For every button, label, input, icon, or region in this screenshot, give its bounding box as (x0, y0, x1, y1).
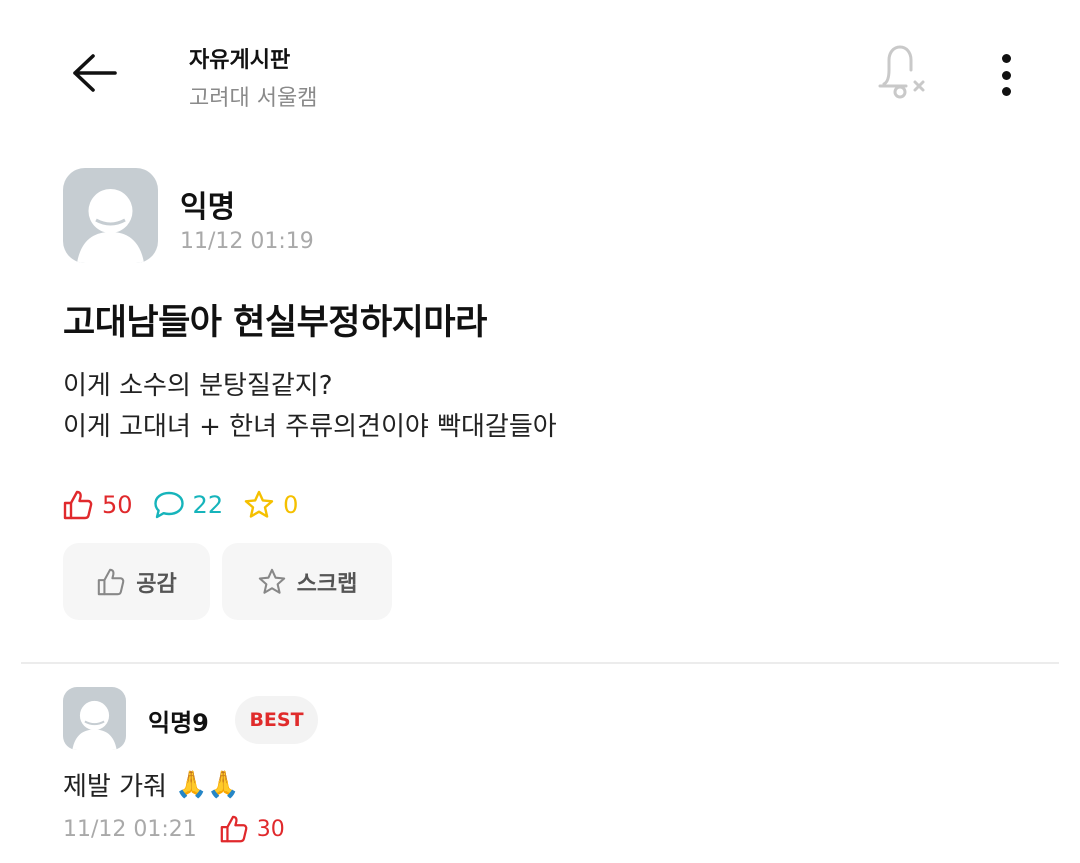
more-dot (1001, 87, 1011, 96)
like-count-stat: 50 (62, 489, 133, 521)
post-stats: 50 22 0 (62, 488, 318, 522)
comment-count: 22 (192, 491, 224, 519)
author-avatar (63, 168, 158, 263)
author-name: 익명 (180, 190, 236, 225)
post-body: 이게 소수의 분탕질같지? 이게 고대녀 + 한녀 주류의견이야 빡대갈들아 (63, 366, 557, 448)
comment-like-stat: 30 (219, 814, 285, 844)
comment-author-name: 익명9 (148, 709, 209, 737)
comment-text: 제발 가줘 (63, 772, 167, 802)
post-title: 고대남들아 현실부정하지마라 (63, 303, 487, 343)
comment-like-count: 30 (256, 816, 285, 842)
speech-bubble-icon (153, 491, 184, 519)
star-icon (244, 490, 274, 518)
back-button[interactable] (64, 48, 124, 98)
section-divider (21, 662, 1059, 664)
default-avatar-icon (72, 700, 117, 750)
board-subtitle: 고려대 서울캠 (189, 86, 318, 111)
comment-body: 제발 가줘 🙏🙏 (63, 766, 240, 803)
more-dot (1001, 70, 1011, 80)
comment-timestamp: 11/12 01:21 (63, 816, 197, 842)
scrap-button-label: 스크랩 (296, 571, 358, 597)
arrow-left-icon (73, 54, 117, 92)
folded-hands-emoji: 🙏🙏 (174, 769, 240, 800)
scrap-button[interactable]: 스크랩 (222, 543, 392, 620)
notification-off-button[interactable] (872, 42, 936, 106)
post-timestamp: 11/12 01:19 (180, 229, 314, 254)
thumbs-up-icon (220, 815, 248, 843)
scrap-count: 0 (283, 491, 299, 519)
scrap-count-stat: 0 (243, 489, 298, 521)
post-body-line: 이게 소수의 분탕질같지? (63, 371, 333, 401)
more-menu-button[interactable] (986, 48, 1026, 102)
comment-count-stat: 22 (153, 490, 224, 520)
thumbs-up-icon (63, 490, 93, 520)
star-icon (258, 568, 285, 594)
best-badge: BEST (235, 696, 318, 744)
like-count: 50 (102, 491, 133, 519)
thumbs-up-icon (98, 568, 125, 595)
more-dot (1001, 54, 1011, 63)
bell-off-icon (878, 45, 925, 99)
comment-meta: 11/12 01:21 30 (63, 814, 285, 844)
post-body-line: 이게 고대녀 + 한녀 주류의견이야 빡대갈들아 (63, 412, 557, 442)
like-button-label: 공감 (136, 571, 177, 597)
board-title: 자유게시판 (189, 48, 291, 73)
comment-author-avatar (63, 687, 126, 750)
like-button[interactable]: 공감 (63, 543, 210, 620)
default-avatar-icon (77, 189, 144, 263)
